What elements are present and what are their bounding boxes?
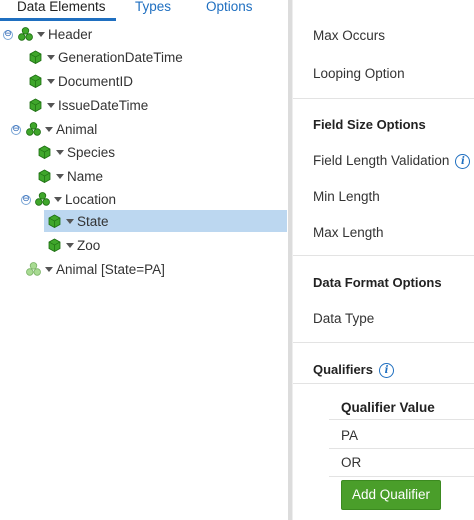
- data-type-label: Data Type: [313, 311, 375, 326]
- expand-arrow-icon[interactable]: [56, 149, 64, 155]
- tree-node-header[interactable]: Header: [18, 23, 92, 45]
- tree-node-name[interactable]: Name: [37, 165, 103, 187]
- expand-arrow-icon[interactable]: [45, 266, 53, 272]
- add-qualifier-button[interactable]: Add Qualifier: [341, 480, 441, 510]
- looping-option-label: Looping Option: [313, 66, 405, 81]
- expand-arrow-icon[interactable]: [47, 78, 55, 84]
- active-tab-indicator: [0, 18, 116, 21]
- expand-arrow-icon[interactable]: [37, 31, 45, 37]
- tree-node-issuedatetime[interactable]: IssueDateTime: [28, 94, 148, 116]
- tree-node-zoo[interactable]: Zoo: [47, 234, 100, 256]
- table-row-divider: [329, 476, 474, 477]
- expand-arrow-icon[interactable]: [47, 54, 55, 60]
- field-node-icon: [29, 74, 42, 88]
- tree-node-location[interactable]: Location: [35, 188, 116, 210]
- tree-node-label: Zoo: [77, 237, 101, 253]
- table-row-divider: [329, 448, 474, 449]
- expand-arrow-icon[interactable]: [56, 173, 64, 179]
- info-icon[interactable]: i: [455, 153, 471, 169]
- tab-bar: Data Elements Types Options: [0, 0, 290, 22]
- tree-node-label: State: [77, 213, 109, 229]
- data-elements-tree: ⊖ Header GenerationDateTime DocumentID I…: [0, 22, 288, 520]
- section-divider: [293, 255, 474, 256]
- collapse-toggle-header[interactable]: ⊖: [3, 30, 13, 40]
- qualifier-value-cell[interactable]: OR: [341, 455, 361, 470]
- qualifier-value-cell[interactable]: PA: [341, 428, 358, 443]
- max-occurs-label: Max Occurs: [313, 28, 386, 43]
- field-length-validation-label: Field Length Validation i: [313, 153, 471, 169]
- group-node-icon: [26, 122, 41, 136]
- tree-node-animal[interactable]: Animal: [26, 118, 97, 140]
- tree-node-label: IssueDateTime: [58, 97, 149, 113]
- group-node-icon: [35, 192, 50, 206]
- tree-node-label: Animal: [56, 121, 98, 137]
- tab-data-elements[interactable]: Data Elements: [17, 0, 106, 15]
- tree-node-label: DocumentID: [58, 73, 134, 89]
- qualifier-value-header: Qualifier Value: [341, 400, 435, 415]
- collapse-toggle-animal[interactable]: ⊖: [11, 125, 21, 135]
- properties-panel: Max Occurs Looping Option Field Size Opt…: [293, 0, 474, 520]
- field-node-icon: [48, 214, 61, 228]
- expand-arrow-icon[interactable]: [45, 126, 53, 132]
- field-length-validation-text: Field Length Validation: [313, 153, 450, 168]
- tab-types[interactable]: Types: [135, 0, 171, 15]
- field-size-options-heading: Field Size Options: [313, 117, 426, 132]
- tree-node-generationdatetime[interactable]: GenerationDateTime: [28, 46, 183, 68]
- tree-node-label: Header: [48, 26, 93, 42]
- field-node-icon: [29, 50, 42, 64]
- table-row-divider: [329, 419, 474, 420]
- field-node-icon: [48, 238, 61, 252]
- tab-options[interactable]: Options: [206, 0, 253, 15]
- expand-arrow-icon[interactable]: [66, 242, 74, 248]
- min-length-label: Min Length: [313, 189, 380, 204]
- field-node-icon: [29, 98, 42, 112]
- tree-node-label: Animal [State=PA]: [56, 261, 165, 277]
- field-node-icon: [38, 169, 51, 183]
- section-divider: [293, 383, 474, 384]
- field-node-icon: [38, 145, 51, 159]
- info-icon[interactable]: i: [378, 363, 394, 379]
- collapse-toggle-location[interactable]: ⊖: [21, 195, 31, 205]
- section-divider: [293, 98, 474, 99]
- group-node-icon: [26, 262, 41, 276]
- tree-node-state[interactable]: State: [44, 210, 287, 232]
- expand-arrow-icon[interactable]: [54, 196, 62, 202]
- expand-arrow-icon[interactable]: [66, 218, 74, 224]
- tree-node-label: Species: [67, 144, 116, 160]
- max-length-label: Max Length: [313, 225, 384, 240]
- tree-node-documentid[interactable]: DocumentID: [28, 70, 133, 92]
- qualifiers-heading-text: Qualifiers: [313, 362, 373, 377]
- qualifiers-heading: Qualifiers i: [313, 362, 394, 379]
- tree-node-label: Location: [65, 191, 117, 207]
- tree-node-species[interactable]: Species: [37, 141, 115, 163]
- expand-arrow-icon[interactable]: [47, 102, 55, 108]
- tree-node-animal-state-pa[interactable]: Animal [State=PA]: [26, 258, 165, 280]
- tree-node-label: Name: [67, 168, 104, 184]
- data-format-options-heading: Data Format Options: [313, 275, 442, 290]
- group-node-icon: [18, 27, 33, 41]
- tree-node-label: GenerationDateTime: [58, 49, 183, 65]
- section-divider: [293, 342, 474, 343]
